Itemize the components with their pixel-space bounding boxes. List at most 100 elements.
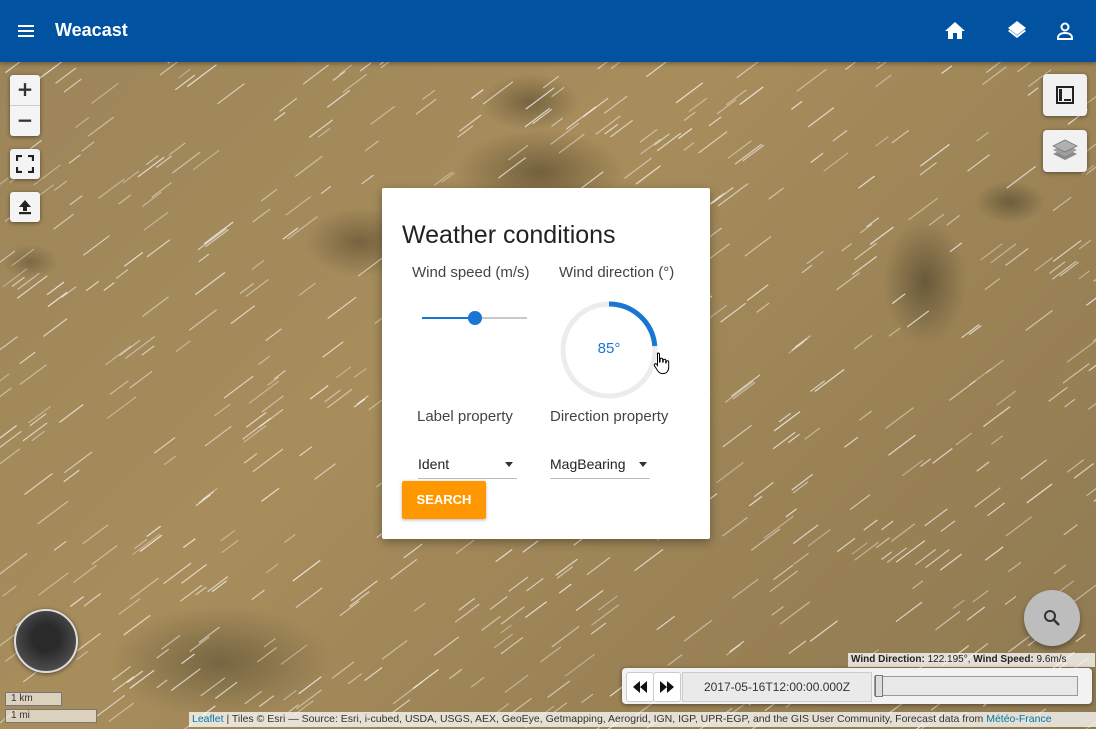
wind-streak bbox=[854, 541, 879, 561]
wind-streak bbox=[526, 577, 544, 592]
search-button[interactable]: SEARCH bbox=[402, 481, 486, 519]
wind-streak bbox=[984, 546, 1004, 561]
wind-streak bbox=[350, 580, 378, 602]
wind-streak bbox=[322, 341, 344, 358]
wind-streak bbox=[156, 648, 170, 659]
layers-control-button[interactable] bbox=[1043, 130, 1087, 172]
wind-streak bbox=[793, 552, 810, 565]
wind-streak bbox=[261, 395, 284, 413]
wind-streak bbox=[403, 543, 423, 559]
wind-streak bbox=[320, 185, 332, 195]
step-backward-button[interactable] bbox=[626, 672, 654, 702]
wind-streak bbox=[504, 674, 529, 693]
timeline-slider-handle[interactable] bbox=[875, 675, 883, 697]
layers-button[interactable] bbox=[1005, 19, 1029, 43]
wind-streak bbox=[123, 251, 144, 267]
wind-streak bbox=[37, 500, 69, 525]
wind-streak bbox=[698, 131, 728, 154]
wind-streak bbox=[243, 453, 258, 464]
wind-streak bbox=[82, 235, 110, 256]
wind-streak bbox=[551, 625, 580, 648]
wind-streak bbox=[1053, 564, 1067, 575]
wind-streak bbox=[326, 89, 351, 108]
wind-streak bbox=[949, 242, 963, 253]
wind-streak bbox=[326, 388, 353, 409]
wind-streak bbox=[112, 676, 135, 693]
wind-streak bbox=[482, 81, 514, 105]
panel-icon bbox=[1056, 86, 1074, 104]
wind-streak bbox=[156, 679, 168, 689]
wind-streak bbox=[982, 66, 1007, 85]
wind-streak bbox=[153, 437, 176, 454]
upload-icon bbox=[19, 200, 31, 215]
wind-streak bbox=[912, 580, 924, 590]
zoom-out-button[interactable]: − bbox=[10, 105, 40, 136]
wind-streak bbox=[1085, 166, 1096, 175]
wind-streak bbox=[200, 677, 226, 697]
wind-streak bbox=[274, 111, 286, 121]
account-button[interactable] bbox=[1053, 19, 1077, 43]
wind-streak bbox=[82, 524, 109, 545]
search-fab-button[interactable] bbox=[1024, 590, 1080, 646]
wind-streak bbox=[198, 491, 215, 504]
meteo-france-link[interactable]: Météo-France bbox=[986, 713, 1051, 725]
wind-streak bbox=[924, 508, 948, 527]
wind-streak bbox=[76, 632, 101, 652]
wind-streak bbox=[53, 180, 68, 191]
wind-streak bbox=[525, 87, 555, 110]
zoom-in-button[interactable]: + bbox=[10, 75, 40, 105]
upload-button[interactable] bbox=[10, 192, 40, 222]
wind-streak bbox=[1088, 364, 1096, 372]
wind-streak bbox=[245, 278, 269, 297]
wind-streak bbox=[906, 310, 930, 328]
wind-streak bbox=[806, 250, 824, 265]
wind-streak bbox=[742, 144, 765, 162]
leaflet-link[interactable]: Leaflet bbox=[192, 713, 224, 725]
wind-speed-slider[interactable] bbox=[422, 311, 527, 325]
label-property-select[interactable]: Ident bbox=[418, 450, 517, 479]
wind-streak bbox=[734, 143, 763, 165]
wind-streak bbox=[925, 549, 950, 569]
wind-streak bbox=[1004, 595, 1017, 605]
wind-streak bbox=[192, 149, 220, 171]
home-button[interactable] bbox=[943, 19, 967, 43]
wind-streak bbox=[314, 463, 336, 480]
wind-streak bbox=[141, 345, 155, 356]
timeline-slider[interactable] bbox=[874, 675, 1078, 697]
wind-streak bbox=[285, 196, 312, 216]
direction-property-select[interactable]: MagBearing bbox=[550, 450, 650, 479]
fullscreen-button[interactable] bbox=[10, 149, 40, 179]
wind-streak bbox=[186, 64, 217, 88]
wind-direction-knob[interactable]: 85° bbox=[558, 299, 670, 401]
wind-streak bbox=[634, 548, 664, 572]
wind-streak bbox=[139, 534, 163, 552]
wind-streak bbox=[804, 427, 821, 440]
menu-button[interactable] bbox=[14, 19, 38, 43]
wind-streak bbox=[70, 596, 85, 607]
wind-streak bbox=[459, 114, 482, 132]
globe-minimap[interactable] bbox=[14, 609, 78, 673]
wind-streak bbox=[1034, 256, 1054, 272]
wind-streak bbox=[1008, 635, 1030, 653]
wind-streak bbox=[85, 280, 100, 292]
wind-streak bbox=[996, 390, 1017, 406]
wind-streak bbox=[875, 74, 892, 88]
side-panel-toggle-button[interactable] bbox=[1043, 74, 1087, 116]
wind-streak bbox=[448, 668, 463, 680]
wind-streak bbox=[969, 368, 992, 386]
wind-speed-slider-thumb[interactable] bbox=[467, 311, 482, 325]
wind-streak bbox=[891, 129, 910, 144]
wind-streak bbox=[178, 68, 191, 79]
wind-streak bbox=[716, 462, 744, 484]
wind-streak bbox=[108, 702, 135, 723]
app-bar: Weacast bbox=[0, 0, 1096, 62]
wind-streak bbox=[769, 570, 798, 593]
wind-streak bbox=[773, 564, 794, 581]
wind-streak bbox=[522, 540, 539, 553]
wind-streak bbox=[991, 435, 1004, 445]
wind-streak bbox=[1052, 196, 1072, 212]
step-forward-button[interactable] bbox=[653, 672, 681, 702]
wind-streak bbox=[143, 211, 169, 231]
wind-streak bbox=[122, 170, 140, 184]
wind-streak bbox=[221, 539, 239, 554]
